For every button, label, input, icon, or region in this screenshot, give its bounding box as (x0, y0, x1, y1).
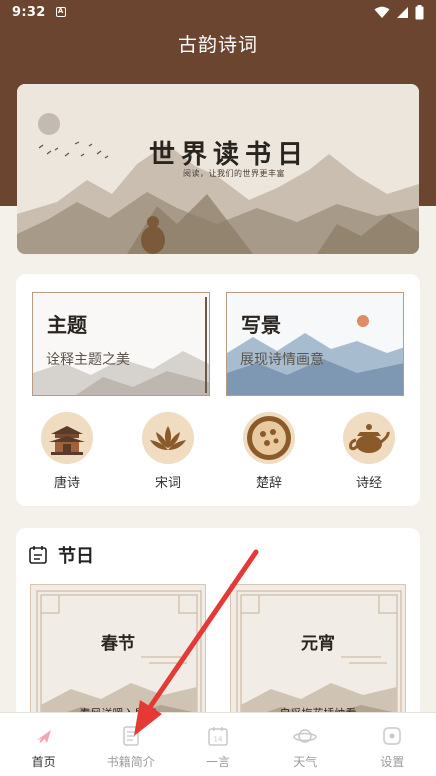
settings-icon (383, 727, 402, 745)
wifi-icon (374, 6, 390, 18)
category-chu-ci[interactable]: 楚辞 (242, 412, 296, 491)
festival-title: 春节 (101, 634, 135, 654)
festival-section-title: 节日 (58, 546, 94, 567)
world-book-day-banner[interactable]: 世界读书日 阅读，让我们的世界更丰富 (17, 84, 419, 254)
category-tang-poems[interactable]: 唐诗 (40, 412, 94, 491)
nav-label: 天气 (293, 755, 318, 769)
pavilion-icon (41, 412, 93, 464)
notification-icon: A (55, 7, 66, 17)
scenery-tile-subtitle: 展现诗情画意 (240, 352, 324, 368)
plate-icon (243, 412, 295, 464)
scenery-tile[interactable]: 写景 展现诗情画意 (226, 292, 404, 396)
nav-book-intro[interactable]: 书籍简介 (87, 713, 174, 776)
nav-weather[interactable]: 天气 (262, 713, 349, 776)
home-icon (36, 730, 51, 743)
nav-label: 设置 (380, 755, 405, 769)
festival-section-header: 节日 (28, 542, 94, 568)
calendar-14-icon-text: 14 (214, 736, 223, 744)
status-bar: 9:32 A (0, 0, 436, 24)
banner-subtitle: 阅读，让我们的世界更丰富 (183, 169, 285, 178)
book-icon (123, 726, 139, 746)
scenery-tile-title: 写景 (241, 313, 281, 337)
festival-item-spring[interactable]: 春节 春风送暖入屠苏 (30, 584, 206, 728)
theme-tile-title: 主题 (47, 313, 87, 337)
app-title: 古韵诗词 (177, 34, 258, 56)
bottom-navigation: 首页 书籍简介 14 一言 天气 设置 (0, 712, 436, 776)
banner-title: 世界读书日 (149, 140, 310, 170)
nav-label: 一言 (206, 755, 231, 769)
battery-icon (415, 4, 424, 19)
category-song-ci[interactable]: 宋词 (141, 412, 195, 491)
nav-label: 首页 (31, 755, 56, 769)
nav-home[interactable]: 首页 (0, 713, 87, 776)
app-title-bar: 古韵诗词 (0, 24, 436, 66)
category-label: 楚辞 (255, 476, 282, 491)
nav-label: 书籍简介 (106, 755, 155, 769)
category-label: 宋词 (154, 476, 181, 491)
teapot-icon (343, 412, 395, 464)
nav-settings[interactable]: 设置 (349, 713, 436, 776)
festival-item-lantern[interactable]: 元宵 自妥梅花插烛看 (230, 584, 406, 728)
nav-quote[interactable]: 14 一言 (174, 713, 261, 776)
category-label: 诗经 (355, 476, 382, 491)
status-time: 9:32 (12, 4, 46, 20)
theme-tile[interactable]: 主题 诠释主题之美 (32, 292, 210, 396)
lotus-icon (142, 412, 194, 464)
theme-tile-subtitle: 诠释主题之美 (46, 352, 130, 368)
calendar-icon (29, 546, 47, 564)
festival-card: 节日 春节 春风送暖入屠苏 元宵 自妥梅花插烛看 (16, 528, 420, 728)
signal-icon (397, 6, 408, 18)
category-book-of-songs[interactable]: 诗经 (342, 412, 396, 491)
category-label: 唐诗 (53, 476, 80, 491)
festival-title: 元宵 (301, 634, 335, 654)
calendar-14-icon: 14 (208, 727, 228, 746)
categories-card: 主题 诠释主题之美 写景 展现诗情画意 唐诗 宋词 楚辞 诗经 (16, 274, 420, 506)
planet-icon (293, 729, 317, 743)
